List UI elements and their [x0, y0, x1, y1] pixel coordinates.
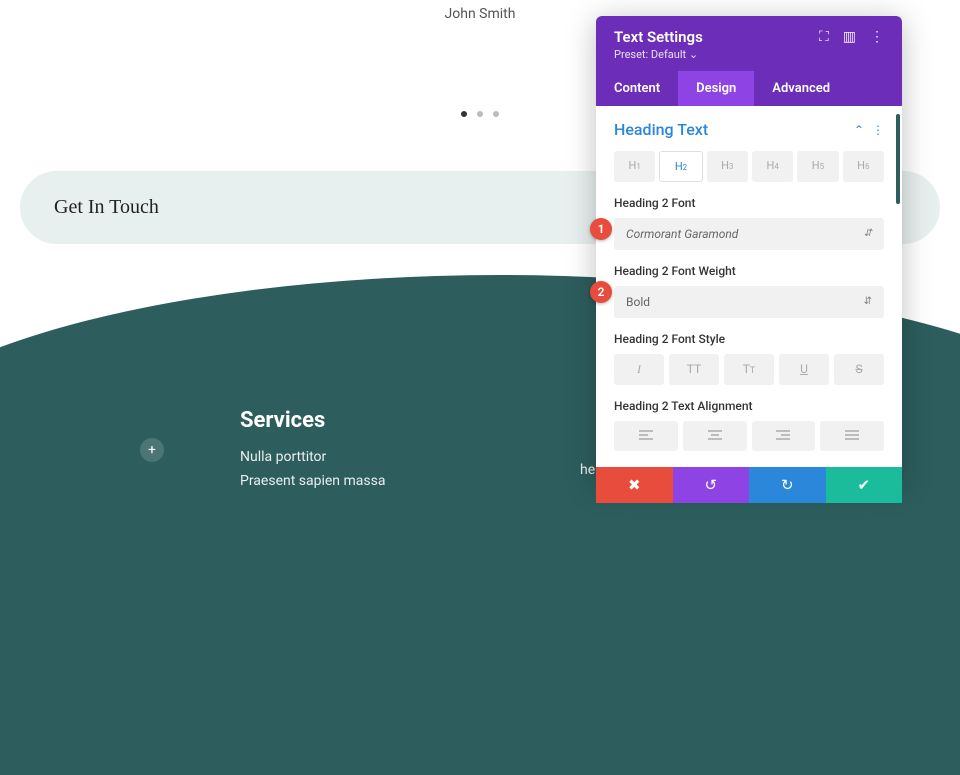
- chevron-down-icon: ⌄: [689, 48, 698, 61]
- panel-body: Heading Text ⌃ ⋮ H1 H2 H3 H4 H5 H6 Headi…: [596, 106, 902, 483]
- tab-h1[interactable]: H1: [614, 151, 655, 182]
- preset-label: Preset: Default: [614, 48, 686, 61]
- weight-select[interactable]: Bold ⇵: [614, 286, 884, 318]
- italic-button[interactable]: I: [614, 354, 664, 385]
- add-social-button[interactable]: +: [140, 438, 164, 462]
- smallcaps-button[interactable]: TT: [724, 354, 774, 385]
- text-settings-panel: Text Settings ⛶ ▥ ⋮ Preset: Default ⌄ Co…: [596, 16, 902, 483]
- select-caret-icon: ⇵: [864, 297, 872, 307]
- tab-advanced[interactable]: Advanced: [754, 71, 848, 106]
- align-label: Heading 2 Text Alignment: [614, 399, 884, 413]
- tab-h6[interactable]: H6: [843, 151, 884, 182]
- font-style-buttons: I TT TT U S: [614, 354, 884, 385]
- panel-tabs: Content Design Advanced: [596, 71, 902, 106]
- callout-1: 1: [590, 218, 612, 240]
- heading-level-tabs: H1 H2 H3 H4 H5 H6: [614, 151, 884, 182]
- footer-service-item[interactable]: Praesent sapien massa: [240, 473, 580, 489]
- undo-button[interactable]: ↺: [673, 467, 750, 503]
- align-center-button[interactable]: [683, 421, 747, 451]
- font-value: Cormorant Garamond: [626, 227, 738, 241]
- more-icon[interactable]: ⋮: [870, 29, 884, 45]
- align-justify-button[interactable]: [820, 421, 884, 451]
- align-right-button[interactable]: [752, 421, 816, 451]
- tab-content[interactable]: Content: [596, 71, 678, 106]
- footer-services-heading: Services: [240, 408, 580, 433]
- font-label: Heading 2 Font: [614, 196, 884, 210]
- scrollbar[interactable]: [896, 114, 900, 204]
- uppercase-button[interactable]: TT: [669, 354, 719, 385]
- weight-value: Bold: [626, 295, 650, 309]
- collapse-icon[interactable]: ⌃: [854, 123, 864, 137]
- tab-h5[interactable]: H5: [797, 151, 838, 182]
- panel-header: Text Settings ⛶ ▥ ⋮ Preset: Default ⌄: [596, 16, 902, 71]
- tab-h4[interactable]: H4: [752, 151, 793, 182]
- footer-service-item[interactable]: Nulla porttitor: [240, 449, 580, 465]
- dot-3[interactable]: [493, 111, 499, 117]
- weight-label: Heading 2 Font Weight: [614, 264, 884, 278]
- expand-icon[interactable]: ⛶: [819, 29, 829, 45]
- text-align-buttons: [614, 421, 884, 451]
- save-button[interactable]: ✔: [826, 467, 903, 503]
- callout-2: 2: [590, 281, 612, 303]
- strikethrough-button[interactable]: S: [834, 354, 884, 385]
- redo-button[interactable]: ↻: [749, 467, 826, 503]
- dot-2[interactable]: [477, 111, 483, 117]
- dot-1[interactable]: [461, 111, 467, 117]
- tab-design[interactable]: Design: [678, 71, 754, 106]
- font-select[interactable]: Cormorant Garamond ⇵: [614, 218, 884, 250]
- tab-h3[interactable]: H3: [707, 151, 748, 182]
- tab-h2[interactable]: H2: [659, 151, 702, 182]
- align-left-button[interactable]: [614, 421, 678, 451]
- columns-icon[interactable]: ▥: [843, 29, 856, 45]
- section-more-icon[interactable]: ⋮: [872, 123, 884, 137]
- panel-title: Text Settings: [614, 28, 703, 46]
- cancel-button[interactable]: ✖: [596, 467, 673, 503]
- panel-preset[interactable]: Preset: Default ⌄: [614, 48, 884, 61]
- section-heading-text[interactable]: Heading Text: [614, 120, 708, 139]
- select-caret-icon: ⇵: [864, 229, 872, 239]
- panel-action-bar: ✖ ↺ ↻ ✔: [596, 467, 902, 503]
- style-label: Heading 2 Font Style: [614, 332, 884, 346]
- underline-button[interactable]: U: [779, 354, 829, 385]
